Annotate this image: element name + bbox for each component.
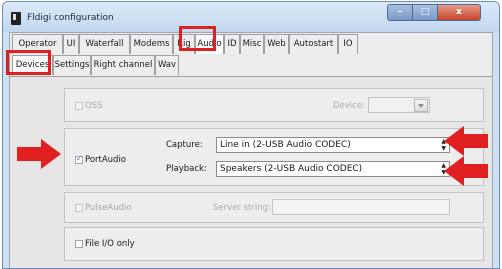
oss-label: OSS xyxy=(85,101,103,111)
arrow-left-icon xyxy=(444,126,488,156)
pulseaudio-checkbox[interactable] xyxy=(75,204,83,212)
arrow-right-icon xyxy=(17,139,61,169)
sub-tab-bar: Devices Settings Right channel Wav xyxy=(10,55,492,75)
pulseaudio-label: PulseAudio xyxy=(85,203,132,213)
tab-modems[interactable]: Modems xyxy=(130,34,173,54)
portaudio-checkbox[interactable]: ✓ xyxy=(75,154,83,164)
playback-select[interactable]: Speakers (2-USB Audio CODEC) ▲ ▼ xyxy=(216,161,450,177)
tab-right-channel[interactable]: Right channel xyxy=(91,55,155,75)
tab-waterfall[interactable]: Waterfall xyxy=(79,34,130,54)
capture-value: Line in (2-USB Audio CODEC) xyxy=(220,140,351,150)
config-window: Fldigi configuration – □ x Operator UI W… xyxy=(2,1,500,269)
capture-label: Capture: xyxy=(166,140,203,150)
tab-operator[interactable]: Operator xyxy=(12,34,63,54)
tab-settings[interactable]: Settings xyxy=(53,55,91,75)
oss-device-select[interactable] xyxy=(368,97,430,113)
server-string-label: Server string: xyxy=(213,203,271,213)
checkmark-icon: ✓ xyxy=(76,154,83,163)
tab-wav[interactable]: Wav xyxy=(155,55,179,75)
arrow-left-icon xyxy=(444,156,488,186)
oss-device-label: Device: xyxy=(333,101,365,111)
title-bar[interactable]: Fldigi configuration – □ x xyxy=(3,2,499,32)
tab-audio[interactable]: Audio xyxy=(195,34,224,54)
minimize-button[interactable]: – xyxy=(387,4,413,21)
tab-web[interactable]: Web xyxy=(264,34,289,54)
main-tab-bar: Operator UI Waterfall Modems Rig Audio I… xyxy=(10,34,492,54)
tab-ui[interactable]: UI xyxy=(63,34,79,54)
tab-io[interactable]: IO xyxy=(338,34,358,54)
app-icon xyxy=(11,12,21,25)
portaudio-label: PortAudio xyxy=(85,155,127,165)
tab-rig[interactable]: Rig xyxy=(173,34,195,54)
config-client-area: Operator UI Waterfall Modems Rig Audio I… xyxy=(9,32,493,268)
server-string-input[interactable] xyxy=(272,199,450,215)
fileio-label: File I/O only xyxy=(85,239,135,249)
fileio-checkbox[interactable] xyxy=(75,240,83,248)
tab-misc[interactable]: Misc xyxy=(240,34,264,54)
fileio-group: File I/O only xyxy=(64,227,484,261)
tab-devices[interactable]: Devices xyxy=(12,55,53,75)
playback-label: Playback: xyxy=(166,164,207,174)
close-button[interactable]: x xyxy=(437,4,481,21)
capture-select[interactable]: Line in (2-USB Audio CODEC) ▲ ▼ xyxy=(216,137,450,153)
tab-autostart[interactable]: Autostart xyxy=(289,34,338,54)
devices-panel: OSS Device: ✓ PortAudio Capture: Line in… xyxy=(10,76,492,268)
playback-value: Speakers (2-USB Audio CODEC) xyxy=(220,164,363,174)
chevron-down-icon xyxy=(414,99,428,112)
pulseaudio-group: PulseAudio Server string: xyxy=(64,192,484,223)
tab-id[interactable]: ID xyxy=(224,34,240,54)
oss-checkbox[interactable] xyxy=(75,102,83,110)
maximize-button[interactable]: □ xyxy=(412,4,438,21)
portaudio-group: ✓ PortAudio Capture: Line in (2-USB Audi… xyxy=(64,128,484,186)
oss-group: OSS Device: xyxy=(64,88,484,122)
window-title: Fldigi configuration xyxy=(27,13,114,23)
